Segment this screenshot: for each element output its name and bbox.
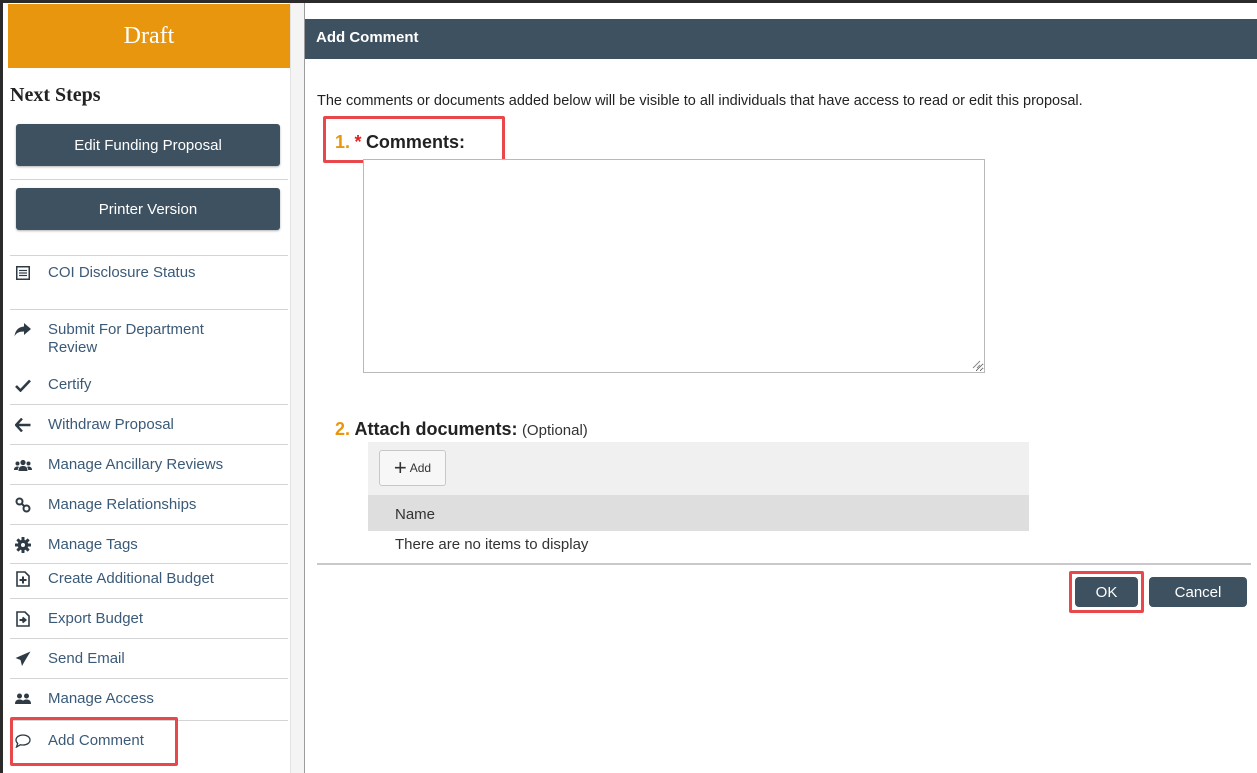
- add-comment-dialog: Add Comment The comments or documents ad…: [305, 3, 1257, 773]
- action-certify[interactable]: Certify: [10, 376, 288, 394]
- add-document-button[interactable]: + Add: [379, 450, 446, 486]
- dialog-title: Add Comment: [316, 29, 419, 46]
- add-button-label: Add: [409, 461, 432, 475]
- list-icon: [12, 264, 34, 282]
- users-group-icon: [12, 456, 34, 474]
- action-label: Submit For Department Review: [48, 321, 204, 356]
- action-label: Manage Ancillary Reviews: [48, 456, 224, 473]
- attach-documents-label: 2. Attach documents: (Optional): [335, 419, 588, 440]
- action-label: Withdraw Proposal: [48, 416, 174, 433]
- arrow-left-icon: [12, 416, 34, 434]
- divider: [10, 638, 288, 639]
- action-manage-access[interactable]: Manage Access: [10, 690, 288, 708]
- highlight-box: [323, 116, 505, 163]
- action-label: Send Email: [48, 650, 125, 667]
- action-export-budget[interactable]: Export Budget: [10, 610, 288, 628]
- divider: [10, 255, 288, 256]
- action-coi-disclosure-status[interactable]: COI Disclosure Status: [10, 264, 288, 282]
- action-label: Manage Relationships: [48, 496, 197, 513]
- action-manage-relationships[interactable]: Manage Relationships: [10, 496, 288, 514]
- divider: [10, 309, 288, 310]
- action-submit-for-department-review[interactable]: Submit For Department Review: [10, 321, 288, 357]
- action-send-email[interactable]: Send Email: [10, 650, 288, 668]
- divider: [10, 524, 288, 525]
- action-label: Export Budget: [48, 610, 144, 627]
- divider: [10, 444, 288, 445]
- gear-icon: [12, 536, 34, 554]
- add-document-icon: [12, 570, 34, 588]
- question-number: 2.: [335, 419, 351, 439]
- divider: [10, 598, 288, 599]
- link-icon: [12, 496, 34, 514]
- empty-table-message: There are no items to display: [395, 536, 589, 553]
- action-label: Manage Tags: [48, 536, 138, 553]
- highlight-box: [1069, 571, 1144, 613]
- share-arrow-icon: [12, 321, 34, 339]
- dialog-footer-divider: [317, 563, 1251, 565]
- plus-icon: +: [393, 455, 407, 480]
- highlight-box: [10, 717, 178, 766]
- comments-textarea[interactable]: [363, 159, 985, 373]
- action-manage-tags[interactable]: Manage Tags: [10, 536, 288, 554]
- attach-documents-label-text: Attach documents:: [354, 419, 518, 439]
- action-withdraw-proposal[interactable]: Withdraw Proposal: [10, 416, 288, 434]
- action-label: Certify: [48, 376, 92, 393]
- action-label: Manage Access: [48, 690, 154, 707]
- cancel-button[interactable]: Cancel: [1149, 577, 1247, 607]
- optional-marker: (Optional): [521, 422, 588, 439]
- action-label: Create Additional Budget: [48, 570, 214, 587]
- documents-table-header: Name: [368, 495, 1029, 531]
- action-manage-ancillary-reviews[interactable]: Manage Ancillary Reviews: [10, 456, 288, 474]
- column-header-name[interactable]: Name: [395, 506, 435, 523]
- action-create-additional-budget[interactable]: Create Additional Budget: [10, 570, 288, 588]
- attach-toolbar: + Add: [368, 442, 1029, 495]
- users-icon: [12, 690, 34, 708]
- dialog-intro-text: The comments or documents added below wi…: [317, 93, 1083, 109]
- action-label: COI Disclosure Status: [48, 264, 196, 281]
- divider: [10, 484, 288, 485]
- divider: [10, 179, 288, 180]
- next-steps-heading: Next Steps: [10, 84, 101, 106]
- paper-plane-icon: [12, 650, 34, 668]
- divider: [10, 678, 288, 679]
- panel-splitter[interactable]: [290, 3, 305, 773]
- divider: [10, 404, 288, 405]
- printer-version-button[interactable]: Printer Version: [16, 188, 280, 230]
- export-document-icon: [12, 610, 34, 628]
- dialog-title-bar: Add Comment: [305, 19, 1257, 59]
- resize-grip-icon[interactable]: [971, 359, 981, 369]
- checkmark-icon: [12, 376, 34, 394]
- status-banner: Draft: [8, 4, 290, 68]
- divider: [10, 563, 288, 564]
- edit-funding-proposal-button[interactable]: Edit Funding Proposal: [16, 124, 280, 166]
